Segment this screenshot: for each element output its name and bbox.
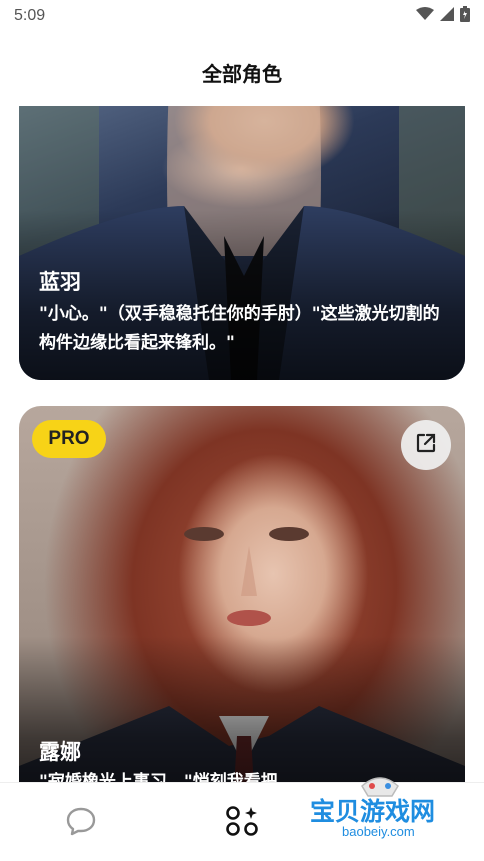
page-title: 全部角色	[202, 61, 282, 86]
battery-icon	[460, 5, 470, 27]
watermark-title: 宝贝游戏网	[310, 797, 436, 826]
status-time: 5:09	[14, 7, 46, 24]
character-card[interactable]: 蓝羽 "小心。"（双手稳稳托住你的手肘）"这些激光切割的构件边缘比看起来锋利。"	[19, 106, 465, 380]
signal-icon	[440, 6, 454, 26]
watermark-url: baobeiy.com	[342, 824, 415, 839]
chat-bubble-icon	[65, 805, 97, 841]
apps-sparkle-icon	[225, 804, 259, 842]
watermark-logo: 宝贝游戏网 baobeiy.com	[300, 768, 460, 850]
character-name: 露娜	[39, 740, 81, 764]
character-name: 蓝羽	[39, 270, 81, 294]
status-bar: 5:09	[0, 0, 484, 32]
character-list[interactable]: 蓝羽 "小心。"（双手稳稳托住你的手肘）"这些激光切割的构件边缘比看起来锋利。"…	[0, 106, 484, 782]
character-card[interactable]: PRO 露娜 "寂婚橡光上事习…"悄刻我看把…	[19, 406, 465, 782]
status-icons	[416, 5, 470, 27]
wifi-icon	[416, 6, 434, 26]
share-button[interactable]	[401, 420, 451, 470]
external-link-icon	[415, 432, 437, 458]
page-title-bar: 全部角色	[0, 52, 484, 92]
card-gradient-overlay	[19, 636, 465, 782]
nav-characters[interactable]	[224, 805, 260, 841]
character-greeting: "小心。"（双手稳稳托住你的手肘）"这些激光切割的构件边缘比看起来锋利。"	[39, 304, 440, 353]
pro-badge: PRO	[32, 420, 106, 458]
nav-chat[interactable]	[63, 805, 99, 841]
